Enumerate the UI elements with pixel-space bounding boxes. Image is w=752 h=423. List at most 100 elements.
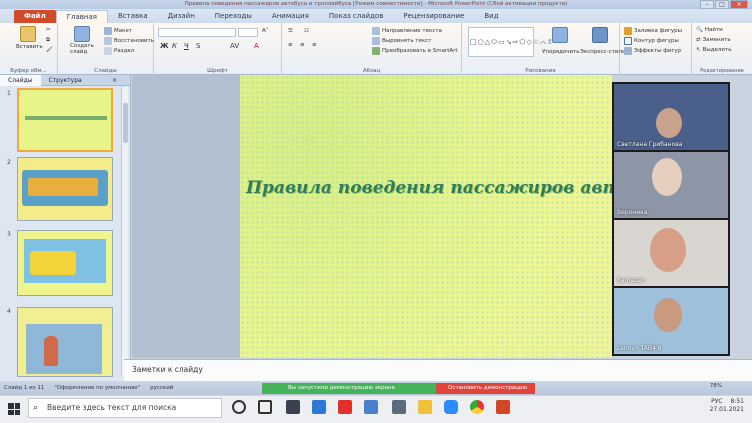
shadow-icon[interactable]: S (196, 42, 200, 50)
section-button[interactable]: Раздел (104, 47, 134, 55)
slide-number: 3 (7, 231, 11, 238)
tab-slideshow[interactable]: Показ слайдов (319, 10, 393, 23)
chrome-icon[interactable] (470, 400, 484, 414)
slide-thumbnail-1[interactable] (17, 88, 113, 152)
copy-icon[interactable]: ⧉ (46, 37, 50, 44)
app-icon[interactable] (392, 400, 406, 414)
maximize-button[interactable]: □ (715, 0, 729, 9)
select-icon: ↖ (696, 47, 701, 53)
tab-outline[interactable]: Структура (41, 77, 90, 84)
font-size-select[interactable] (238, 28, 258, 37)
find-button[interactable]: 🔍 Найти (696, 27, 723, 33)
scroll-thumb[interactable] (123, 103, 128, 143)
minimize-button[interactable]: – (700, 0, 714, 9)
mail-icon[interactable] (312, 400, 326, 414)
windows-start-icon[interactable] (8, 403, 20, 415)
quick-styles-icon[interactable] (592, 27, 608, 43)
theme-name: "Оформление по умолчанию" (54, 385, 141, 391)
slide-title[interactable]: Правила поведения пассажиров автобуса и … (246, 178, 612, 198)
shape-outline-button[interactable]: Контур фигуры (624, 37, 679, 45)
stop-sharing-button[interactable]: Остановить демонстрацию (436, 383, 535, 394)
create-slide-button[interactable]: Создать слайд (70, 43, 100, 55)
tab-review[interactable]: Рецензирование (393, 10, 474, 23)
slide-canvas: Правила поведения пассажиров автобуса и … (132, 75, 612, 358)
video-tile[interactable]: Ramazan (614, 220, 728, 286)
tab-design[interactable]: Дизайн (158, 10, 205, 23)
font-color-icon[interactable]: A (254, 42, 259, 50)
align-left-icon[interactable]: ≡ (288, 42, 293, 48)
align-text-button[interactable]: Выровнять текст (372, 37, 431, 45)
restore-button[interactable]: Восстановить (104, 37, 154, 45)
arrange-icon[interactable] (552, 27, 568, 43)
slide-thumbnail-4[interactable] (17, 307, 113, 377)
replace-button[interactable]: ⇄ Заменить (696, 37, 731, 43)
store-icon[interactable] (286, 400, 300, 414)
find-label: Найти (704, 27, 723, 33)
video-tile[interactable]: Lenovo TAB4 8 (614, 288, 728, 354)
clipboard-group: Вставить ✂ ⧉ 🖌 Буфер обм... (0, 23, 58, 75)
smartart-button[interactable]: Преобразовать в SmartArt (372, 47, 458, 55)
tab-animation[interactable]: Анимация (262, 10, 319, 23)
tab-transitions[interactable]: Переходы (205, 10, 262, 23)
panel-close-icon[interactable]: × (104, 77, 125, 84)
tab-insert[interactable]: Вставка (108, 10, 158, 23)
font-group: A˄ Ж К Ч S AV A Шрифт (154, 23, 282, 75)
task-view-icon[interactable] (258, 400, 272, 414)
text-direction-button[interactable]: Направление текста (372, 27, 442, 35)
slide[interactable]: Правила поведения пассажиров автобуса и … (240, 75, 612, 358)
bus-body-image (28, 178, 98, 196)
tab-slides[interactable]: Слайды (0, 74, 41, 86)
format-painter-icon[interactable]: 🖌 (46, 47, 53, 53)
tab-view[interactable]: Вид (474, 10, 508, 23)
slide-thumbnail-3[interactable] (17, 230, 113, 296)
powerpoint-icon[interactable] (496, 400, 510, 414)
person-figure (44, 336, 58, 366)
shape-fill-button[interactable]: Заливка фигуры (624, 27, 682, 35)
slides-panel: Слайды Структура × 1 2 3 4 (0, 74, 131, 381)
close-button[interactable]: ✕ (730, 0, 748, 9)
numbering-icon[interactable]: ☷ (304, 28, 309, 34)
clock-date[interactable]: 27.01.2021 (710, 406, 744, 413)
shape-fill-icon (624, 27, 632, 35)
underline-icon[interactable]: Ч (184, 42, 189, 50)
select-button[interactable]: ↖ Выделить (696, 47, 731, 53)
slide-notes[interactable]: Заметки к слайду (124, 359, 752, 381)
video-tile[interactable]: Светлана Грибанова (614, 84, 728, 150)
zoom-app-icon[interactable] (444, 400, 458, 414)
paste-button[interactable]: Вставить (16, 44, 43, 50)
tab-file[interactable]: Файл (14, 10, 56, 23)
taskbar-search-input[interactable]: Введите здесь текст для поиска (28, 398, 222, 418)
new-slide-icon[interactable] (74, 26, 90, 42)
paste-icon[interactable] (20, 26, 36, 42)
layout-button[interactable]: Макет (104, 27, 132, 35)
char-spacing-icon[interactable]: AV (230, 42, 239, 50)
drawing-group-label: Рисование (525, 68, 556, 74)
cut-icon[interactable]: ✂ (46, 27, 51, 33)
zoom-level[interactable]: 78% (710, 383, 722, 389)
tab-home[interactable]: Главная (55, 10, 108, 23)
shape-effects-button[interactable]: Эффекты фигур (624, 47, 681, 55)
editing-group: 🔍 Найти ⇄ Заменить ↖ Выделить Редактировани… (692, 23, 752, 75)
grow-font-icon[interactable]: A˄ (262, 28, 269, 34)
vk-icon[interactable] (364, 400, 378, 414)
arrange-button[interactable]: Упорядочить (542, 49, 580, 55)
panel-scrollbar[interactable] (121, 87, 128, 377)
cortana-icon[interactable] (232, 400, 246, 414)
yandex-icon[interactable] (338, 400, 352, 414)
font-name-select[interactable] (158, 28, 236, 37)
video-tile[interactable]: Вероника (614, 152, 728, 218)
shapes-gallery[interactable]: □○△⬭▭↘⇨⬠◇☆⌒⇧ (468, 27, 553, 57)
file-explorer-icon[interactable] (418, 400, 432, 414)
align-right-icon[interactable]: ≡ (312, 42, 317, 48)
clock-time[interactable]: 8:51 (731, 398, 744, 405)
ribbon: Вставить ✂ ⧉ 🖌 Буфер обм... Создать слай… (0, 23, 752, 75)
slide-thumbnail-2[interactable] (17, 157, 113, 221)
align-center-icon[interactable]: ≡ (300, 42, 305, 48)
language-indicator[interactable]: русский (150, 385, 173, 391)
italic-icon[interactable]: К (172, 42, 177, 50)
input-language[interactable]: РУС (711, 398, 722, 405)
quick-styles-button[interactable]: Экспресс-стили (580, 49, 626, 55)
slide-number: 2 (7, 159, 11, 166)
bullets-icon[interactable]: ☰ (288, 28, 293, 34)
bold-icon[interactable]: Ж (160, 42, 169, 50)
